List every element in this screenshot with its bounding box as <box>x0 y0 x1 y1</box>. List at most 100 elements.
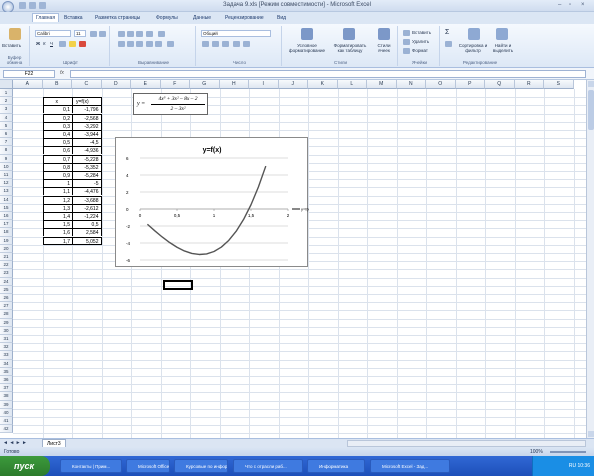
row-header-15[interactable]: 15 <box>0 203 13 212</box>
row-header-30[interactable]: 30 <box>0 326 13 335</box>
formula-input[interactable] <box>70 70 586 78</box>
header-x[interactable]: x <box>42 97 72 106</box>
column-header-h[interactable]: H <box>219 80 249 89</box>
tab-page-layout[interactable]: Разметка страницы <box>95 15 140 21</box>
row-header-16[interactable]: 16 <box>0 212 13 221</box>
align-right-icon[interactable] <box>136 41 143 47</box>
row-header-12[interactable]: 12 <box>0 179 13 188</box>
taskbar-button[interactable]: Microsoft Office Picture... <box>126 459 170 473</box>
zoom-level[interactable]: 100% <box>530 449 543 455</box>
decrease-decimal-icon[interactable] <box>243 41 250 47</box>
increase-decimal-icon[interactable] <box>233 41 240 47</box>
cell-styles-icon[interactable] <box>378 28 390 40</box>
cell-x[interactable]: 1,3 <box>42 203 72 212</box>
font-size-select[interactable]: 11 <box>74 30 86 37</box>
cell-y[interactable]: -3,292 <box>72 121 102 130</box>
select-all-corner[interactable] <box>0 80 13 89</box>
delete-cells-icon[interactable] <box>403 39 410 45</box>
column-header-k[interactable]: K <box>308 80 338 89</box>
cell-x[interactable]: 0,1 <box>42 105 72 114</box>
row-header-32[interactable]: 32 <box>0 343 13 352</box>
scroll-down-icon[interactable] <box>588 431 594 437</box>
currency-icon[interactable] <box>202 41 209 47</box>
format-cells-button[interactable]: Формат <box>412 48 428 53</box>
column-header-s[interactable]: S <box>544 80 574 89</box>
row-header-22[interactable]: 22 <box>0 261 13 270</box>
scroll-up-icon[interactable] <box>588 81 594 87</box>
column-header-r[interactable]: R <box>514 80 544 89</box>
cell-x[interactable]: 0,3 <box>42 121 72 130</box>
font-color-icon[interactable] <box>79 41 86 47</box>
comma-style-icon[interactable] <box>222 41 229 47</box>
cell-y[interactable]: -1,796 <box>72 105 102 114</box>
cell-y[interactable]: -5,284 <box>72 171 102 179</box>
paste-icon[interactable] <box>9 28 21 40</box>
row-header-19[interactable]: 19 <box>0 236 13 245</box>
column-header-n[interactable]: N <box>396 80 426 89</box>
sort-filter-icon[interactable] <box>468 28 480 40</box>
format-cells-icon[interactable] <box>403 48 410 54</box>
row-header-20[interactable]: 20 <box>0 244 13 253</box>
horizontal-scrollbar[interactable] <box>347 440 586 447</box>
cell-y[interactable]: -5,352 <box>72 162 102 171</box>
cell-y[interactable]: -1,224 <box>72 212 102 220</box>
borders-icon[interactable] <box>59 41 66 47</box>
row-header-4[interactable]: 4 <box>0 113 13 122</box>
cell-y[interactable]: 5,052 <box>72 236 102 245</box>
cell-x[interactable]: 0,5 <box>42 138 72 147</box>
row-header-31[interactable]: 31 <box>0 335 13 344</box>
row-header-23[interactable]: 23 <box>0 269 13 278</box>
taskbar-button[interactable]: Что с отрасли раб... <box>233 459 303 473</box>
column-header-l[interactable]: L <box>337 80 367 89</box>
cell-y[interactable]: -5 <box>72 179 102 188</box>
insert-cells-icon[interactable] <box>403 30 410 36</box>
cell-styles-button[interactable]: Стили ячеек <box>372 43 396 53</box>
row-header-34[interactable]: 34 <box>0 359 13 368</box>
cell-x[interactable]: 1,5 <box>42 220 72 229</box>
minimize-button[interactable]: – <box>558 2 561 8</box>
cell-x[interactable]: 1,6 <box>42 228 72 237</box>
cell-x[interactable]: 1,7 <box>42 236 72 245</box>
row-header-28[interactable]: 28 <box>0 310 13 319</box>
maximize-button[interactable]: ▫ <box>569 2 571 8</box>
align-center-icon[interactable] <box>127 41 134 47</box>
row-header-2[interactable]: 2 <box>0 97 13 106</box>
taskbar-button[interactable]: Контакты | Прим... <box>60 459 122 473</box>
cell-y[interactable]: -4,936 <box>72 146 102 155</box>
column-header-e[interactable]: E <box>131 80 161 89</box>
taskbar-button[interactable]: Курсовые по инфор... <box>174 459 228 473</box>
row-header-25[interactable]: 25 <box>0 285 13 294</box>
close-button[interactable]: × <box>581 2 585 8</box>
indent-decrease-icon[interactable] <box>146 41 153 47</box>
chart-area[interactable]: y=f(x) 6 4 2 0 -2 -4 -6 0 0,5 1 1,5 2 y=f(x) <box>115 137 312 267</box>
align-left-icon[interactable] <box>118 41 125 47</box>
cell-y[interactable]: -5,228 <box>72 154 102 163</box>
tab-formulas[interactable]: Формулы <box>156 15 178 21</box>
sheet-nav-buttons[interactable]: ◄ ◄ ► ► <box>3 440 27 446</box>
row-header-17[interactable]: 17 <box>0 220 13 229</box>
formula-image[interactable]: y = 4x³ + 3x² – 8x – 2 2 – 3x² <box>133 93 208 115</box>
cell-x[interactable]: 1,1 <box>42 187 72 196</box>
row-header-9[interactable]: 9 <box>0 154 13 163</box>
cell-y[interactable]: -2,568 <box>72 113 102 122</box>
number-format-select[interactable]: Общий <box>201 30 271 37</box>
row-header-41[interactable]: 41 <box>0 417 13 426</box>
cell-y[interactable]: -3,944 <box>72 130 102 138</box>
column-header-q[interactable]: Q <box>485 80 515 89</box>
paste-button[interactable]: Вставить <box>2 43 21 48</box>
conditional-format-button[interactable]: Условное форматирование <box>286 43 328 53</box>
merge-icon[interactable] <box>167 41 174 47</box>
cell-x[interactable]: 0,6 <box>42 146 72 155</box>
delete-cells-button[interactable]: Удалить <box>412 39 429 44</box>
column-header-i[interactable]: I <box>249 80 279 89</box>
column-header-o[interactable]: O <box>426 80 456 89</box>
fx-icon[interactable]: fx <box>60 70 64 76</box>
row-header-37[interactable]: 37 <box>0 384 13 393</box>
cell-x[interactable]: 1,2 <box>42 195 72 204</box>
cell-x[interactable]: 0,2 <box>42 113 72 122</box>
row-header-11[interactable]: 11 <box>0 171 13 180</box>
row-header-26[interactable]: 26 <box>0 294 13 303</box>
row-header-5[interactable]: 5 <box>0 121 13 130</box>
font-name-select[interactable]: Calibri <box>35 30 71 37</box>
cell-x[interactable]: 0,8 <box>42 162 72 171</box>
